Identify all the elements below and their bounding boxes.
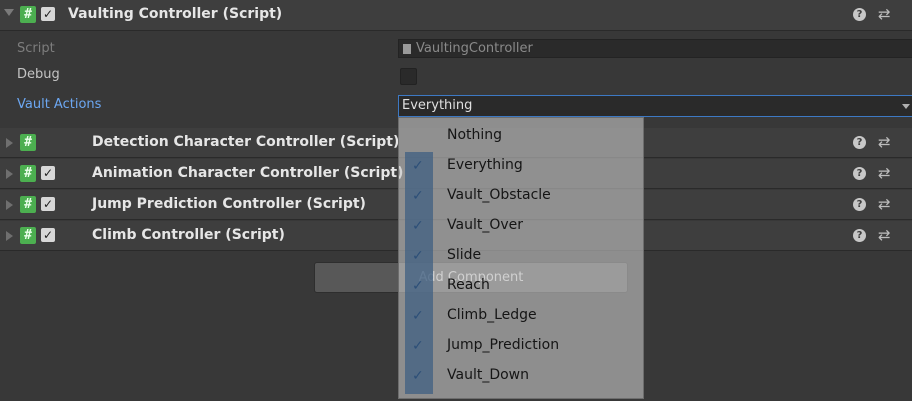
check-icon: ✓ (412, 308, 424, 324)
help-icon[interactable]: ? (853, 198, 866, 211)
vault-actions-value: Everything (402, 98, 473, 113)
component-title: Detection Character Controller (Script) (92, 134, 400, 150)
vault-actions-label: Vault Actions (17, 97, 102, 112)
dropdown-item-label: Climb_Ledge (447, 307, 537, 323)
script-hash-icon: # (20, 165, 36, 182)
dropdown-item-label: Everything (447, 157, 523, 173)
dropdown-arrow-icon (902, 104, 910, 109)
check-icon: ✓ (412, 338, 424, 354)
foldout-arrow-icon[interactable] (4, 9, 14, 16)
dropdown-item-nothing[interactable]: Nothing (399, 123, 643, 153)
vault-actions-dropdown[interactable]: Nothing ✓ Everything ✓ Vault_Obstacle ✓ … (398, 117, 644, 399)
dropdown-item-vault-down[interactable]: ✓ Vault_Down (399, 363, 643, 393)
debug-toggle[interactable] (400, 68, 417, 85)
script-hash-icon: # (20, 227, 36, 244)
script-row: Script VaultingController (0, 38, 912, 60)
component-enabled-checkbox[interactable]: ✓ (41, 197, 55, 211)
dropdown-item-everything[interactable]: ✓ Everything (399, 153, 643, 183)
script-hash-icon: # (20, 196, 36, 213)
debug-label: Debug (17, 67, 60, 82)
dropdown-item-vault-obstacle[interactable]: ✓ Vault_Obstacle (399, 183, 643, 213)
check-icon: ✓ (412, 218, 424, 234)
check-icon: ✓ (412, 158, 424, 174)
dropdown-item-label: Reach (447, 277, 490, 293)
dropdown-item-label: Vault_Down (447, 367, 529, 383)
check-icon: ✓ (412, 368, 424, 384)
dropdown-item-reach[interactable]: ✓ Reach (399, 273, 643, 303)
script-hash-icon: # (20, 6, 36, 23)
dropdown-item-climb-ledge[interactable]: ✓ Climb_Ledge (399, 303, 643, 333)
foldout-arrow-icon[interactable] (6, 231, 13, 241)
presets-icon[interactable]: ⇄ (878, 5, 891, 23)
presets-icon[interactable]: ⇄ (878, 195, 891, 213)
script-object-value: VaultingController (416, 41, 533, 56)
vaulting-controller-header[interactable]: # ✓ Vaulting Controller (Script) ? ⇄ (0, 0, 912, 31)
help-icon[interactable]: ? (853, 229, 866, 242)
component-enabled-checkbox[interactable]: ✓ (41, 7, 55, 21)
dropdown-item-jump-prediction[interactable]: ✓ Jump_Prediction (399, 333, 643, 363)
component-enabled-checkbox[interactable]: ✓ (41, 166, 55, 180)
vault-actions-mask-field[interactable]: Everything (398, 95, 912, 117)
foldout-arrow-icon[interactable] (6, 200, 13, 210)
dropdown-item-label: Jump_Prediction (447, 337, 560, 353)
help-icon[interactable]: ? (853, 8, 866, 21)
component-title: Animation Character Controller (Script) (92, 165, 404, 181)
help-icon[interactable]: ? (853, 136, 866, 149)
presets-icon[interactable]: ⇄ (878, 133, 891, 151)
dropdown-item-label: Nothing (447, 127, 503, 143)
component-title: Vaulting Controller (Script) (68, 6, 283, 22)
check-icon: ✓ (412, 278, 424, 294)
presets-icon[interactable]: ⇄ (878, 164, 891, 182)
help-icon[interactable]: ? (853, 167, 866, 180)
vault-actions-row: Vault Actions Everything (0, 94, 912, 117)
debug-row: Debug (0, 64, 912, 86)
check-icon: ✓ (412, 188, 424, 204)
foldout-arrow-icon[interactable] (6, 138, 13, 148)
dropdown-item-label: Vault_Over (447, 217, 523, 233)
dropdown-item-label: Slide (447, 247, 482, 263)
script-hash-icon: # (20, 134, 36, 151)
script-object-field[interactable]: VaultingController (398, 39, 912, 58)
presets-icon[interactable]: ⇄ (878, 226, 891, 244)
check-icon: ✓ (412, 248, 424, 264)
component-title: Jump Prediction Controller (Script) (92, 196, 366, 212)
script-label: Script (17, 41, 55, 56)
dropdown-item-label: Vault_Obstacle (447, 187, 551, 203)
component-title: Climb Controller (Script) (92, 227, 285, 243)
dropdown-item-vault-over[interactable]: ✓ Vault_Over (399, 213, 643, 243)
script-asset-icon (403, 44, 411, 54)
foldout-arrow-icon[interactable] (6, 169, 13, 179)
dropdown-item-slide[interactable]: ✓ Slide (399, 243, 643, 273)
component-enabled-checkbox[interactable]: ✓ (41, 228, 55, 242)
